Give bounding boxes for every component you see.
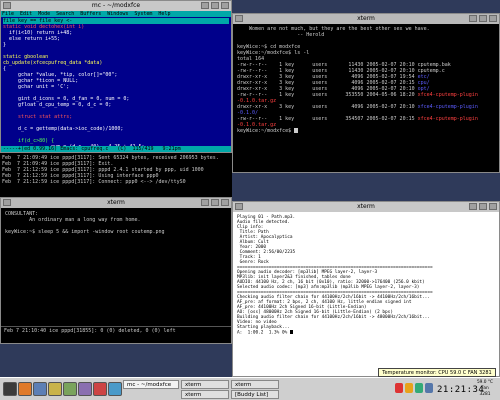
xterm-titlebar[interactable]: xterm	[233, 14, 499, 24]
text-cursor	[289, 330, 293, 334]
terminal-icon[interactable]	[3, 382, 17, 396]
mc-menu-item[interactable]: Buffers	[80, 11, 101, 17]
terminal-output[interactable]: Playing 01 - Path.mp3. Audio file detecte…	[233, 212, 499, 338]
terminal-line: keyWice:~/modxfce$	[237, 128, 495, 134]
xterm-window-top: xterm Women are not much, but they are t…	[232, 13, 500, 173]
xterm-title: xterm	[357, 15, 375, 22]
record-icon[interactable]	[395, 383, 403, 393]
taskbar-task[interactable]: xterm	[231, 380, 279, 389]
terminal-output[interactable]: CONSULTANT: An ordinary man a long way f…	[1, 208, 231, 238]
terminal-line: drwxr-xr-x 3 key users 4096 2005-02-07 2…	[237, 104, 495, 110]
mc-menu-item[interactable]: File	[2, 11, 14, 17]
maximize-icon[interactable]	[479, 15, 487, 22]
taskbar: mc - ~/modxfce xterm xterm xterm [Buddy List…	[0, 377, 500, 400]
mc-menu-item[interactable]: Mode	[38, 11, 50, 17]
close-icon[interactable]	[221, 2, 229, 9]
xterm-titlebar[interactable]: xterm	[233, 202, 499, 212]
terminal-text: xfce4-cputemp-plugin	[417, 116, 478, 122]
close-icon[interactable]	[221, 199, 229, 206]
window-menu-icon[interactable]	[235, 203, 243, 210]
mc-window: mc - ~/modxfce File Edit Mode Search Buffers…	[0, 0, 232, 153]
temperature-tooltip: Temperature monitor: CPU 59.0 C FAN 3281	[378, 368, 496, 377]
log-line: Feb 7 21:12:59 ice pppd[3117]: Connect: …	[2, 179, 186, 185]
mc-titlebar[interactable]: mc - ~/modxfce	[1, 1, 231, 11]
chat-icon[interactable]	[425, 383, 433, 393]
close-icon[interactable]	[489, 15, 497, 22]
minimize-icon[interactable]	[201, 199, 209, 206]
temp-readout: 3281	[479, 392, 491, 397]
window-menu-icon[interactable]	[235, 15, 243, 22]
home-icon[interactable]	[93, 382, 107, 396]
window-menu-icon[interactable]	[3, 2, 11, 9]
mail-icon[interactable]	[48, 382, 62, 396]
star-icon[interactable]	[405, 383, 413, 393]
taskbar-task[interactable]: [Buddy List]	[231, 390, 279, 399]
xterm-title: xterm	[357, 203, 375, 210]
minimize-icon[interactable]	[469, 15, 477, 22]
fortune-quote: Women are not much, but they are the bes…	[249, 26, 430, 38]
taskbar-task[interactable]: xterm	[181, 380, 229, 389]
terminal-text: xfce4-cputemp-plugin	[417, 104, 478, 110]
firefox-icon[interactable]	[18, 382, 32, 396]
terminal-text: xfce4-cputemp-plugin	[417, 92, 478, 98]
mc-menu-item[interactable]: System	[134, 11, 152, 17]
network-icon[interactable]	[415, 383, 423, 393]
mc-menu-item[interactable]: Search	[56, 11, 74, 17]
mc-menu-item[interactable]: Edit	[20, 11, 32, 17]
maximize-icon[interactable]	[211, 199, 219, 206]
editor-icon[interactable]	[63, 382, 77, 396]
text-cursor	[294, 128, 299, 133]
mc-statusbar: -----+(ed 0.99.16) Emacs: cpufreq.c (C) …	[1, 146, 231, 152]
taskbar-task[interactable]: mc - ~/modxfce	[123, 380, 179, 389]
maximize-icon[interactable]	[479, 203, 487, 210]
xterm-window-mplayer: xterm Playing 01 - Path.mp3. Audio file d…	[232, 201, 500, 377]
terminal-output[interactable]: Women are not much, but they are the bes…	[233, 24, 499, 136]
audio-icon[interactable]	[108, 382, 122, 396]
xterm-title: xterm	[107, 199, 125, 206]
minimize-icon[interactable]	[469, 203, 477, 210]
temp-monitor-applet[interactable]: 59.0 °C Fan 3281	[472, 380, 498, 399]
xterm-titlebar[interactable]: xterm	[1, 198, 231, 208]
mc-title: mc - ~/modxfce	[91, 2, 141, 9]
mc-code-area[interactable]: file key == file key <- static void decto…	[1, 17, 231, 151]
terminal-line: keyWice:~$ sleep 5 && import -window roo…	[5, 229, 165, 235]
minimize-icon[interactable]	[201, 2, 209, 9]
terminal-text: drwxr-xr-x 3 key users 4096 2005-02-07 2…	[237, 104, 418, 110]
terminal-text: keyWice:~/modxfce$	[237, 128, 295, 134]
close-icon[interactable]	[489, 203, 497, 210]
window-menu-icon[interactable]	[3, 199, 11, 206]
taskbar-task[interactable]: xterm	[181, 390, 229, 399]
maximize-icon[interactable]	[211, 2, 219, 9]
mc-menu-item[interactable]: Help	[158, 11, 170, 17]
syslog-footer: Feb 7 21:10:40 ice pppd[31855]: 0 (0) de…	[1, 326, 231, 343]
settings-icon[interactable]	[33, 382, 47, 396]
syslog-output: Feb 7 21:09:49 ice pppd[3117]: Sent 6532…	[0, 153, 232, 197]
mc-menu-item[interactable]: Windows	[107, 11, 128, 17]
terminal-line: A: 1:00.2 1.3% 0%	[237, 330, 495, 336]
clock[interactable]: 21:21:34	[437, 384, 484, 396]
files-icon[interactable]	[78, 382, 92, 396]
xterm-window-left: xterm CONSULTANT: An ordinary man a long…	[0, 197, 232, 344]
